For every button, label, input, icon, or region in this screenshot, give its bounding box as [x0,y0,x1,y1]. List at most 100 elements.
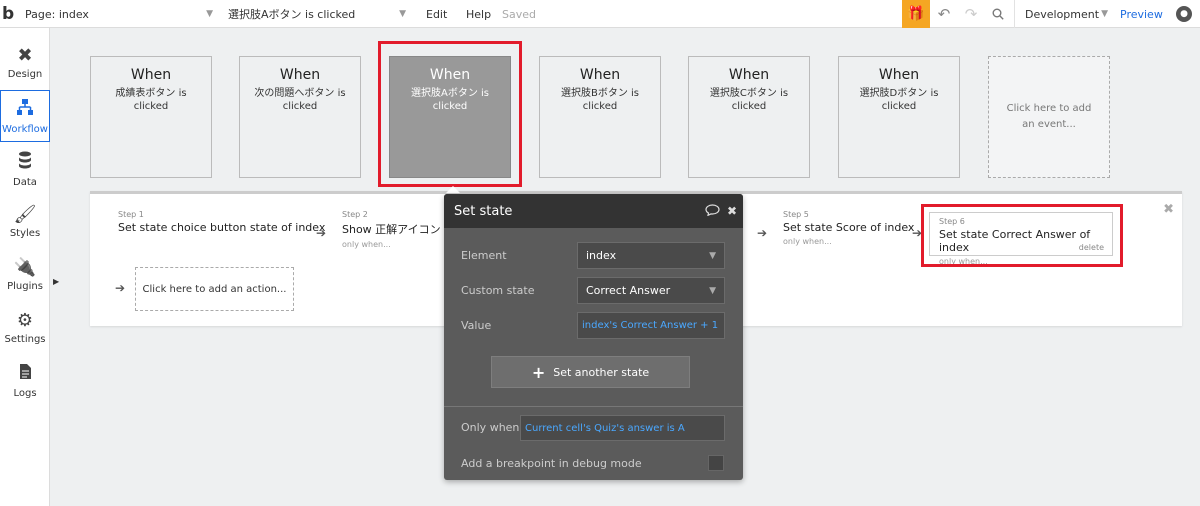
set-another-label: Set another state [553,365,650,379]
help-menu[interactable]: Help [466,0,491,28]
undo-icon[interactable]: ↶ [936,0,952,28]
step-title: Set state Score of index [783,221,915,234]
brush-icon: 🖌 [13,204,37,225]
step-number: Step 1 [118,210,144,219]
sidebar-item-settings[interactable]: ⚙ Settings [0,302,50,354]
page-selector-label: Page: index [25,7,89,21]
element-value: index [586,249,617,262]
dialog-title: Set state [454,203,513,219]
workflow-step[interactable]: Step 1 Set state choice button state of … [118,210,325,234]
step-condition: only when... [783,237,832,246]
workflow-step[interactable]: Step 5 Set state Score of index only whe… [783,210,914,246]
sidebar-item-label: Logs [13,388,37,399]
chevron-down-icon: ▼ [709,250,716,261]
workflow-step[interactable]: Step 2 Show 正解アイコン only when... [342,210,441,249]
custom-state-value: Correct Answer [586,284,671,297]
element-label: Element [461,249,507,262]
environment-label: Development [1025,7,1100,21]
custom-state-dropdown[interactable]: Correct Answer ▼ [577,277,725,304]
sidebar-item-design[interactable]: ✖ Design [0,37,50,89]
chevron-down-icon: ▼ [709,285,716,296]
caret-right-icon[interactable]: ▶ [53,277,59,286]
event-description: 選択肢Dボタン is clicked [859,88,939,112]
only-when-label: Only when [461,421,520,434]
event-description: 選択肢Bボタン is clicked [560,88,640,112]
top-bar: b Page: index ▼ 選択肢Aボタン is clicked ▼ Edi… [0,0,1200,28]
breakpoint-label: Add a breakpoint in debug mode [461,457,642,470]
event-description: 成績表ボタン is clicked [115,88,187,112]
search-icon[interactable] [990,0,1006,28]
redo-icon[interactable]: ↷ [963,0,979,28]
value-label: Value [461,319,492,332]
step-number: Step 5 [783,210,809,219]
set-another-state-button[interactable]: + Set another state [491,356,690,388]
environment-selector[interactable]: Development ▼ [1014,0,1114,28]
step-number: Step 2 [342,210,368,219]
sidebar-item-label: Styles [9,228,41,239]
chevron-down-icon: ▼ [399,9,406,19]
arrow-right-icon: ➔ [115,281,126,295]
event-card[interactable]: When 選択肢Dボタン is clicked [838,56,960,178]
add-action-button[interactable]: Click here to add an action... [135,267,294,311]
gear-icon: ⚙ [16,310,34,331]
sidebar-item-data[interactable]: Data [0,143,50,195]
event-when: When [728,67,770,83]
value-expression-field[interactable]: index's Correct Answer + 1 [577,312,725,339]
event-when: When [579,67,621,83]
edit-menu[interactable]: Edit [426,0,447,28]
bubble-logo[interactable]: b [2,0,18,28]
event-selector[interactable]: 選択肢Aボタン is clicked ▼ [228,0,410,28]
add-event-button[interactable]: Click here to add an event... [988,56,1110,178]
chevron-down-icon: ▼ [1101,9,1108,19]
page-selector[interactable]: Page: index ▼ [25,0,217,28]
database-icon [17,151,33,174]
arrow-right-icon: ➔ [316,226,327,240]
arrow-right-icon: ➔ [757,226,768,240]
event-when: When [878,67,920,83]
selected-event-highlight [378,41,522,187]
close-icon[interactable]: ✖ [727,204,737,218]
dialog-header: Set state ✖ [444,194,743,228]
set-state-dialog: Set state ✖ Element index ▼ Custom state… [444,194,743,480]
comment-icon[interactable] [705,203,720,219]
event-card[interactable]: When 選択肢Cボタン is clicked [688,56,810,178]
event-selector-label: 選択肢Aボタン is clicked [228,8,356,21]
sidebar-item-workflow[interactable]: Workflow [0,90,50,142]
account-avatar[interactable]: ● [1174,0,1194,28]
sidebar-item-plugins[interactable]: 🔌 Plugins [0,249,50,301]
sidebar-item-label: Plugins [7,281,43,292]
saved-status: Saved [502,7,536,21]
event-pointer [446,186,460,193]
step-title: Show 正解アイコン [342,223,441,236]
sidebar-item-logs[interactable]: Logs [0,355,50,407]
chevron-down-icon: ▼ [206,9,213,19]
only-when-expression-field[interactable]: Current cell's Quiz's answer is A [520,415,725,441]
user-icon: ● [1176,6,1192,22]
sidebar-item-label: Data [13,176,37,188]
event-description: 次の問題へボタン is clicked [254,88,346,112]
custom-state-label: Custom state [461,284,535,297]
event-when: When [130,67,172,83]
workflow-tree-icon [16,98,34,121]
gift-icon[interactable]: 🎁 [902,0,930,28]
sidebar: ✖ Design Workflow Data 🖌 Styles 🔌 Plugin… [0,28,50,506]
sidebar-item-label: Workflow [2,123,48,135]
close-icon[interactable]: ✖ [1163,202,1174,217]
sidebar-item-label: Settings [4,334,46,345]
breakpoint-checkbox[interactable] [708,455,724,471]
dialog-divider [444,406,743,407]
plus-icon: + [531,362,546,382]
document-icon [19,363,32,385]
selected-step-highlight [921,204,1123,267]
event-card[interactable]: When 成績表ボタン is clicked [90,56,212,178]
plug-icon: 🔌 [13,257,37,278]
design-tools-icon: ✖ [17,45,33,66]
event-when: When [279,67,321,83]
event-card[interactable]: When 次の問題へボタン is clicked [239,56,361,178]
preview-link[interactable]: Preview [1120,0,1163,28]
sidebar-item-styles[interactable]: 🖌 Styles [0,196,50,248]
event-card[interactable]: When 選択肢Bボタン is clicked [539,56,661,178]
element-dropdown[interactable]: index ▼ [577,242,725,269]
step-title: Set state choice button state of index [118,221,326,234]
event-description: 選択肢Cボタン is clicked [709,88,789,112]
